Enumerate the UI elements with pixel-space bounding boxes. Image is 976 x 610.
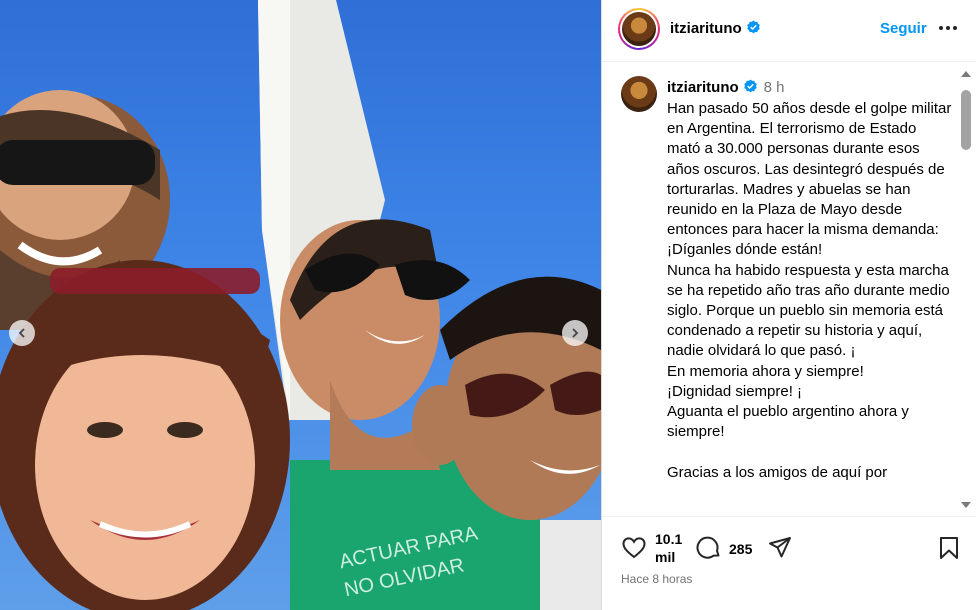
avatar xyxy=(622,12,656,46)
likes-count[interactable]: 10.1 mil xyxy=(655,530,682,566)
verified-badge-icon xyxy=(743,79,757,93)
caption-time: 8 h xyxy=(763,79,785,96)
comments-count[interactable]: 285 xyxy=(729,541,752,557)
header-username-link[interactable]: itziarituno xyxy=(670,20,761,37)
story-ring[interactable] xyxy=(618,8,660,50)
chevron-right-icon xyxy=(572,328,579,338)
caption-scrollbar[interactable] xyxy=(957,63,976,516)
comment-icon xyxy=(696,536,720,559)
caption-text: Han pasado 50 años desde el golpe milita… xyxy=(667,100,952,481)
instagram-post-dialog: ACTUAR PARA NO OLVIDAR itziarituno Segui… xyxy=(0,0,976,610)
more-options-icon[interactable] xyxy=(937,18,959,38)
post-side-panel: itziarituno Seguir itziarituno 8 h Han pa… xyxy=(601,0,976,610)
scroll-up-icon[interactable] xyxy=(960,69,972,79)
scrollbar-thumb[interactable] xyxy=(961,90,971,150)
caption-area[interactable]: itziarituno 8 h Han pasado 50 años desde … xyxy=(602,63,960,516)
selfie-photo-illustration: ACTUAR PARA NO OLVIDAR xyxy=(0,0,601,610)
previous-photo-button[interactable] xyxy=(9,320,35,346)
post-header: itziarituno Seguir xyxy=(602,0,976,62)
save-button[interactable] xyxy=(936,535,962,566)
post-time-ago[interactable]: Hace 8 horas xyxy=(621,572,692,586)
caption-username[interactable]: itziarituno xyxy=(667,79,739,96)
header-username: itziarituno xyxy=(670,20,742,37)
bookmark-icon xyxy=(940,537,958,559)
like-button[interactable] xyxy=(621,535,647,566)
post-photo[interactable]: ACTUAR PARA NO OLVIDAR xyxy=(0,0,601,610)
comment-button[interactable] xyxy=(696,535,722,566)
verified-badge-icon xyxy=(746,20,760,34)
next-photo-button[interactable] xyxy=(562,320,588,346)
share-button[interactable] xyxy=(767,535,793,566)
heart-icon xyxy=(622,537,646,559)
post-actions: 10.1 mil 285 Hace 8 horas xyxy=(602,516,976,610)
scroll-down-icon[interactable] xyxy=(960,500,972,510)
follow-button[interactable]: Seguir xyxy=(880,20,927,37)
share-icon xyxy=(769,537,791,558)
caption-author-line: itziarituno 8 h xyxy=(667,79,785,96)
chevron-left-icon xyxy=(18,328,25,338)
caption-avatar[interactable] xyxy=(621,76,657,112)
